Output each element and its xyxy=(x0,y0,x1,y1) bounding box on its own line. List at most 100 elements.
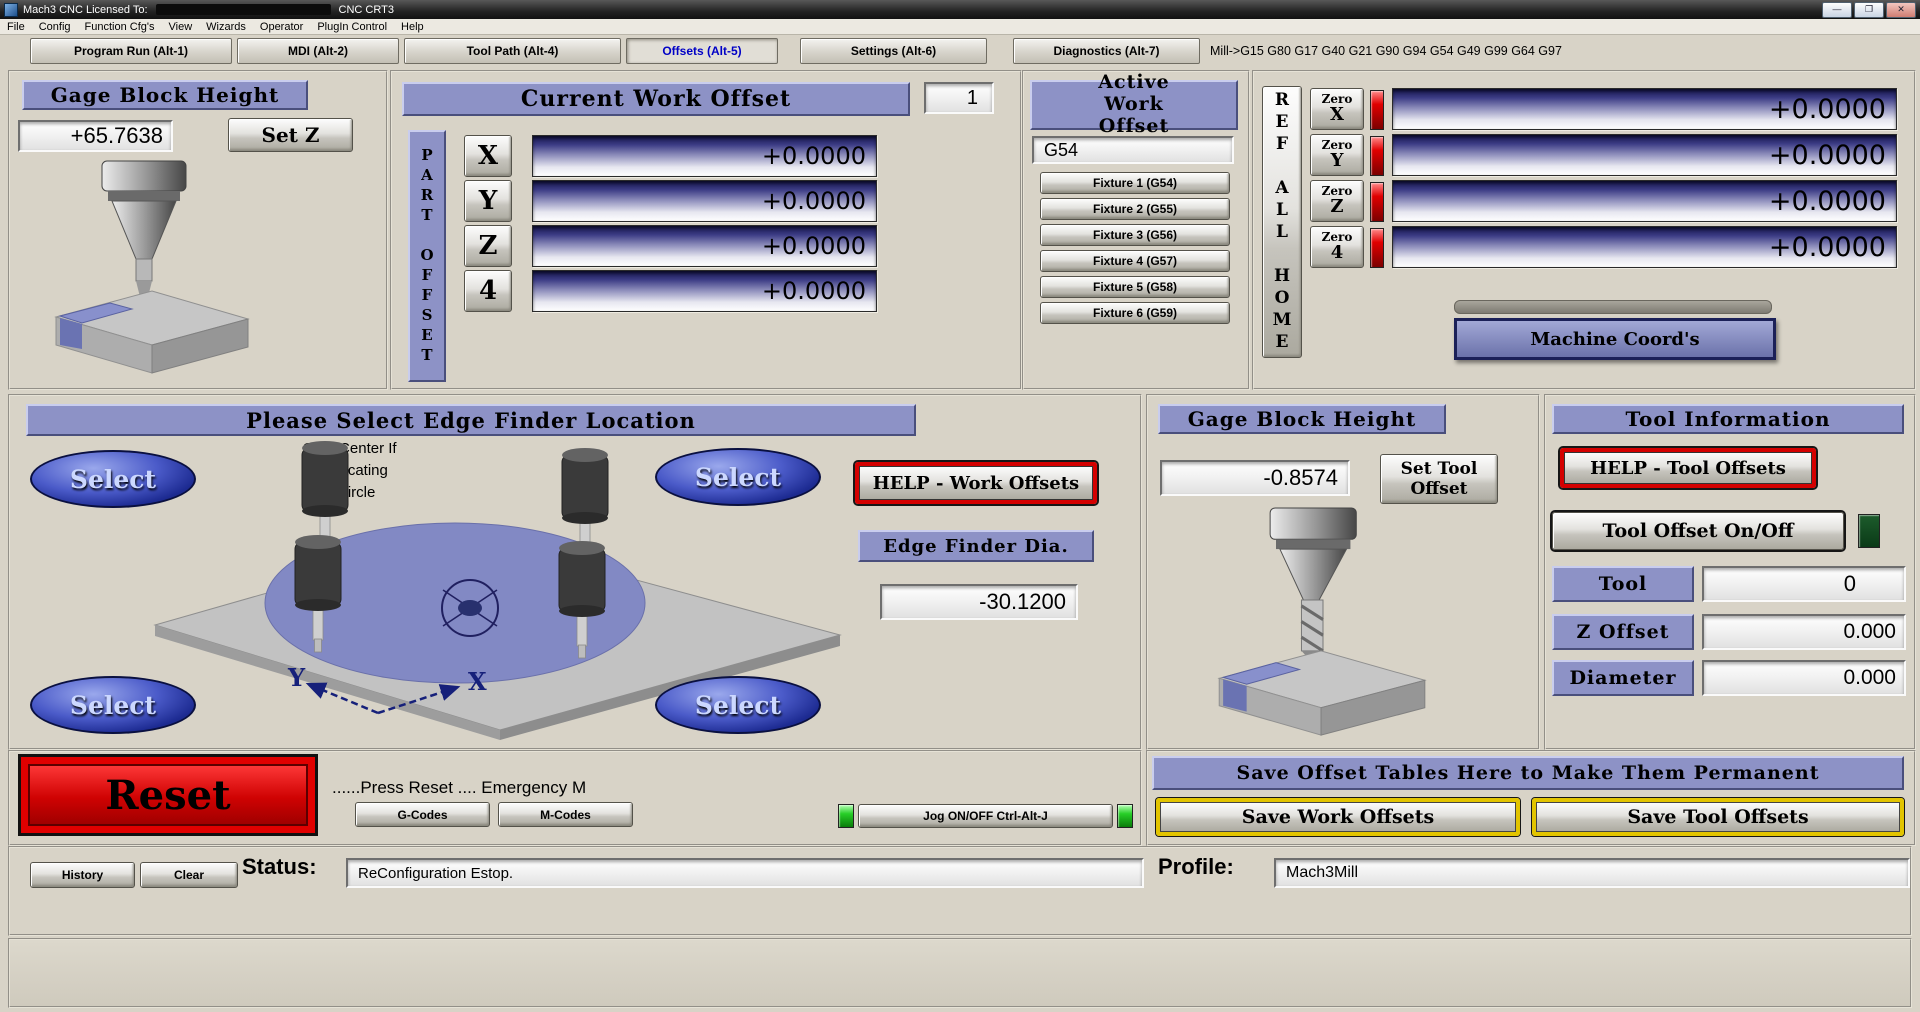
tab-diagnostics[interactable]: Diagnostics (Alt-7) xyxy=(1013,38,1200,64)
select-bottom-left-button[interactable]: Select xyxy=(30,676,196,734)
fixture-1-button[interactable]: Fixture 1 (G54) xyxy=(1040,172,1230,194)
axis-z-button[interactable]: Z xyxy=(464,225,512,267)
fixture-3-button[interactable]: Fixture 3 (G56) xyxy=(1040,224,1230,246)
fixture-6-button[interactable]: Fixture 6 (G59) xyxy=(1040,302,1230,324)
menu-view[interactable]: View xyxy=(162,21,200,33)
z-ref-led xyxy=(1370,182,1384,222)
zero-z-button[interactable]: Zero Z xyxy=(1310,180,1364,222)
menu-plugin-control[interactable]: PlugIn Control xyxy=(310,21,394,33)
jog-on-off-button[interactable]: Jog ON/OFF Ctrl-Alt-J xyxy=(858,804,1113,828)
tool-offset-led xyxy=(1858,514,1880,548)
tool-gage-block-dro[interactable]: -0.8574 xyxy=(1160,460,1350,496)
axis-4-button[interactable]: 4 xyxy=(464,270,512,312)
work-offset-4-dro[interactable]: +0.0000 xyxy=(532,270,877,312)
diameter-dro[interactable]: 0.000 xyxy=(1702,660,1906,696)
screen-tab-bar: Program Run (Alt-1) MDI (Alt-2) Tool Pat… xyxy=(0,36,1920,66)
work-offset-z-dro[interactable]: +0.0000 xyxy=(532,225,877,267)
gage-tool-illustration xyxy=(30,158,270,380)
tab-settings[interactable]: Settings (Alt-6) xyxy=(800,38,987,64)
part-offset-label: PART OFFSET xyxy=(408,130,446,382)
set-tool-offset-button[interactable]: Set Tool Offset xyxy=(1380,454,1498,504)
app-icon xyxy=(4,3,18,17)
menu-function-cfgs[interactable]: Function Cfg's xyxy=(78,21,162,33)
tab-mdi[interactable]: MDI (Alt-2) xyxy=(237,38,399,64)
ref-all-home-button[interactable]: REF ALL HOME xyxy=(1262,86,1302,358)
y-ref-led xyxy=(1370,136,1384,176)
maximize-icon[interactable]: ❐ xyxy=(1854,2,1884,18)
gage-block-height-dro[interactable]: +65.7638 xyxy=(18,120,173,152)
tool-information-title: Tool Information xyxy=(1552,404,1904,434)
tab-program-run[interactable]: Program Run (Alt-1) xyxy=(30,38,232,64)
machine-y-dro[interactable]: +0.0000 xyxy=(1392,134,1897,176)
machine-coords-shadow xyxy=(1454,300,1772,314)
edge-finder-title: Please Select Edge Finder Location xyxy=(26,404,916,436)
fixture-5-button[interactable]: Fixture 5 (G58) xyxy=(1040,276,1230,298)
menu-operator[interactable]: Operator xyxy=(253,21,310,33)
title-bar: Mach3 CNC Licensed To: CNC CRT3 — ❐ ✕ xyxy=(0,0,1920,19)
menu-file[interactable]: File xyxy=(0,21,32,33)
machine-coords-panel: REF ALL HOME Zero X +0.0000 Zero Y +0.00… xyxy=(1252,70,1916,390)
fixture-2-button[interactable]: Fixture 2 (G55) xyxy=(1040,198,1230,220)
save-offsets-title: Save Offset Tables Here to Make Them Per… xyxy=(1152,756,1904,790)
menu-wizards[interactable]: Wizards xyxy=(199,21,253,33)
tool-offset-on-off-button[interactable]: Tool Offset On/Off xyxy=(1552,512,1844,550)
diameter-label: Diameter xyxy=(1552,660,1694,696)
menu-bar: File Config Function Cfg's View Wizards … xyxy=(0,19,1920,35)
active-work-offset-title: Active Work Offset xyxy=(1030,80,1238,130)
select-top-right-button[interactable]: Select xyxy=(655,448,821,506)
4-ref-led xyxy=(1370,228,1384,268)
z-offset-dro[interactable]: 0.000 xyxy=(1702,614,1906,650)
select-top-left-button[interactable]: Select xyxy=(30,450,196,508)
help-tool-offsets-button[interactable]: HELP - Tool Offsets xyxy=(1560,448,1816,488)
machine-coords-button[interactable]: Machine Coord's xyxy=(1454,318,1776,360)
select-bottom-right-button[interactable]: Select xyxy=(655,676,821,734)
edge-finder-dia-dro[interactable]: -30.1200 xyxy=(880,584,1078,620)
zero-4-button[interactable]: Zero 4 xyxy=(1310,226,1364,268)
reset-button[interactable]: Reset xyxy=(18,754,318,836)
history-button[interactable]: History xyxy=(30,862,135,888)
work-offset-y-dro[interactable]: +0.0000 xyxy=(532,180,877,222)
bottom-strip xyxy=(8,938,1912,1008)
jog-led-left xyxy=(838,804,854,828)
help-work-offsets-button[interactable]: HELP - Work Offsets xyxy=(855,462,1097,504)
zero-x-button[interactable]: Zero X xyxy=(1310,88,1364,130)
jog-led-right xyxy=(1117,804,1133,828)
work-offset-x-dro[interactable]: +0.0000 xyxy=(532,135,877,177)
profile-label: Profile: xyxy=(1158,854,1234,880)
tool-information-panel: Tool Information HELP - Tool Offsets Too… xyxy=(1544,394,1916,750)
fixture-4-button[interactable]: Fixture 4 (G57) xyxy=(1040,250,1230,272)
menu-help[interactable]: Help xyxy=(394,21,431,33)
status-value: ReConfiguration Estop. xyxy=(346,858,1144,888)
license-name-redacted xyxy=(156,4,331,15)
minimize-icon[interactable]: — xyxy=(1822,2,1852,18)
clear-button[interactable]: Clear xyxy=(140,862,238,888)
axis-y-button[interactable]: Y xyxy=(464,180,512,222)
current-work-offset-number-dro[interactable]: 1 xyxy=(924,82,994,114)
tool-number-dro[interactable]: 0 xyxy=(1702,566,1906,602)
tab-offsets[interactable]: Offsets (Alt-5) xyxy=(626,38,778,64)
save-work-offsets-button[interactable]: Save Work Offsets xyxy=(1156,798,1520,836)
machine-x-dro[interactable]: +0.0000 xyxy=(1392,88,1897,130)
status-bar: History Clear Status: ReConfiguration Es… xyxy=(8,846,1912,936)
close-icon[interactable]: ✕ xyxy=(1886,2,1916,18)
status-label: Status: xyxy=(242,854,317,880)
save-tool-offsets-button[interactable]: Save Tool Offsets xyxy=(1532,798,1904,836)
g-codes-button[interactable]: G-Codes xyxy=(355,802,490,827)
set-z-button[interactable]: Set Z xyxy=(228,118,353,152)
active-work-offset-dro[interactable]: G54 xyxy=(1032,136,1234,164)
machine-z-dro[interactable]: +0.0000 xyxy=(1392,180,1897,222)
y-axis-label: Y xyxy=(287,663,306,692)
gage-block-height-title: Gage Block Height xyxy=(22,80,308,110)
z-offset-label: Z Offset xyxy=(1552,614,1694,650)
tab-tool-path[interactable]: Tool Path (Alt-4) xyxy=(404,38,621,64)
menu-config[interactable]: Config xyxy=(32,21,78,33)
m-codes-button[interactable]: M-Codes xyxy=(498,802,633,827)
reset-message: ......Press Reset .... Emergency M xyxy=(332,778,586,798)
window-title-right: CNC CRT3 xyxy=(339,4,394,16)
current-work-offset-title: Current Work Offset xyxy=(402,82,910,116)
edge-finder-panel: Please Select Edge Finder Location Click… xyxy=(8,394,1142,750)
mach3-window: Mach3 CNC Licensed To: CNC CRT3 — ❐ ✕ Fi… xyxy=(0,0,1920,1012)
zero-y-button[interactable]: Zero Y xyxy=(1310,134,1364,176)
axis-x-button[interactable]: X xyxy=(464,135,512,177)
machine-4-dro[interactable]: +0.0000 xyxy=(1392,226,1897,268)
